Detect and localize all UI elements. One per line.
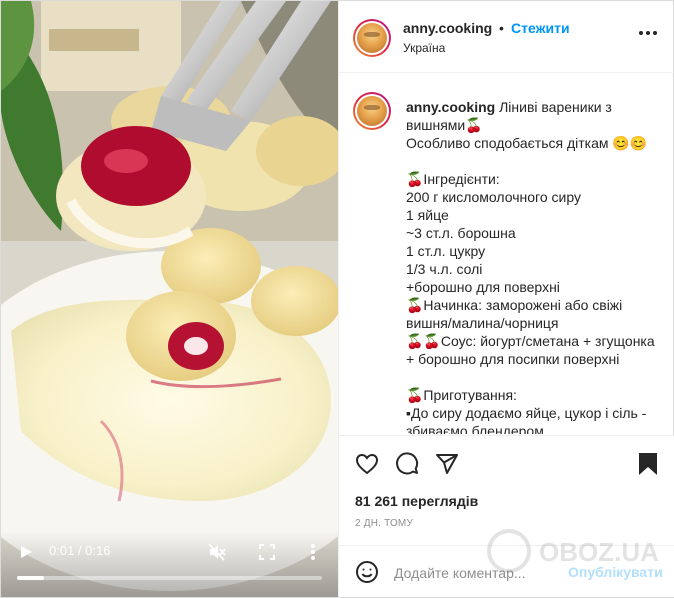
- caption-line: ▪До сиру додаємо яйце, цукор і сіль -: [406, 405, 647, 421]
- play-icon[interactable]: [19, 545, 33, 559]
- caption-line: 🍒Інгредієнти:: [406, 171, 500, 187]
- avatar[interactable]: [353, 19, 391, 57]
- post-caption: anny.cooking Ліниві вареники з вишнями🍒 О…: [406, 98, 664, 434]
- more-options-icon[interactable]: [639, 31, 657, 37]
- caption-section: anny.cooking Ліниві вареники з вишнями🍒 О…: [339, 74, 674, 434]
- video-controls: 0:01 / 0:16: [1, 531, 338, 597]
- view-count[interactable]: 81 261 переглядів: [355, 493, 478, 509]
- bookmark-icon[interactable]: [636, 452, 660, 476]
- caption-line: Ліниві вареники з: [499, 99, 612, 115]
- publish-button[interactable]: Опублікувати: [568, 564, 663, 580]
- muted-speaker-icon[interactable]: [208, 543, 226, 561]
- follow-button[interactable]: Стежити: [511, 20, 570, 36]
- video-frame: [1, 1, 338, 597]
- fullscreen-icon[interactable]: [259, 544, 275, 560]
- caption-line: + борошно для посипки поверхні: [406, 351, 620, 367]
- comment-icon[interactable]: [395, 452, 419, 476]
- post-actions: 81 261 переглядів 2 дн. тому Опублікуват…: [339, 435, 674, 597]
- caption-line: 🍒🍒Соус: йогурт/сметана + згущонка: [406, 333, 655, 349]
- comment-input[interactable]: [394, 563, 559, 583]
- location-link[interactable]: Україна: [403, 41, 445, 55]
- instagram-post: 0:01 / 0:16 anny.cooking • Стежити Украї…: [0, 0, 674, 598]
- avatar[interactable]: [353, 92, 391, 130]
- post-header: anny.cooking • Стежити Україна: [339, 1, 674, 73]
- caption-username[interactable]: anny.cooking: [406, 99, 495, 115]
- caption-line: 1 ст.л. цукру: [406, 243, 486, 259]
- post-side-panel: anny.cooking • Стежити Україна anny.cook…: [338, 1, 674, 597]
- post-timestamp[interactable]: 2 дн. тому: [355, 518, 413, 529]
- more-vertical-icon[interactable]: [306, 542, 320, 562]
- caption-line: 🍒Приготування:: [406, 387, 517, 403]
- video-progress-fill: [17, 576, 45, 580]
- caption-line: [406, 368, 664, 386]
- emoji-icon[interactable]: [355, 560, 379, 584]
- caption-line: вишнями🍒: [406, 117, 483, 133]
- caption-line: 1 яйце: [406, 207, 449, 223]
- caption-line: +борошно для поверхні: [406, 279, 560, 295]
- caption-line: 1/3 ч.л. солі: [406, 261, 483, 277]
- comment-form: Опублікувати: [339, 545, 674, 598]
- post-video[interactable]: 0:01 / 0:16: [1, 1, 338, 597]
- caption-line: збиваємо блендером: [406, 423, 544, 434]
- caption-line: 200 г кисломолочного сиру: [406, 189, 581, 205]
- caption-line: 🍒Начинка: заморожені або свіжі: [406, 297, 623, 313]
- paper-plane-icon[interactable]: [435, 452, 459, 476]
- caption-line: ~3 ст.л. борошна: [406, 225, 516, 241]
- author-username[interactable]: anny.cooking: [403, 20, 492, 36]
- separator-dot: •: [499, 20, 504, 36]
- caption-line: вишня/малина/чорниця: [406, 315, 559, 331]
- video-time: 0:01 / 0:16: [49, 543, 111, 558]
- caption-line: Особливо сподобається діткам 😊😊: [406, 135, 648, 151]
- caption-line: [406, 152, 664, 170]
- video-progress-bar[interactable]: [17, 576, 322, 580]
- heart-icon[interactable]: [355, 452, 379, 476]
